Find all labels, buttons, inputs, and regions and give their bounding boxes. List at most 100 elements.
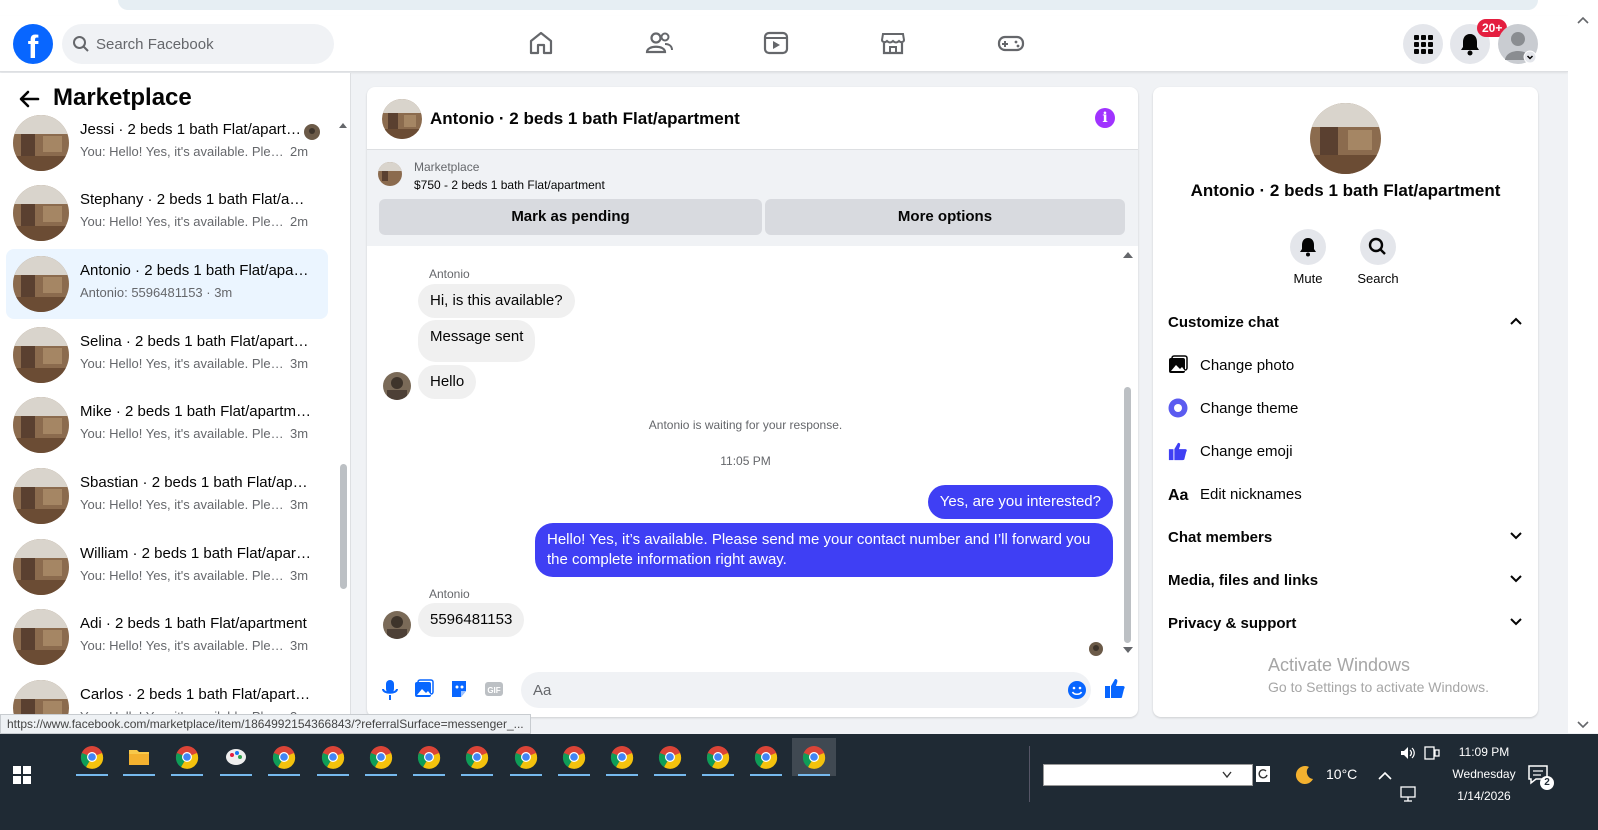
chat-scrollbar[interactable] [1124, 387, 1131, 643]
chevron-up-icon[interactable] [1378, 770, 1392, 780]
conversation-preview: You: Hello! Yes, it's available. Please … [80, 144, 284, 159]
running-indicator [365, 774, 397, 776]
taskbar-app[interactable] [359, 738, 403, 776]
sticker-icon[interactable] [449, 679, 469, 699]
conversation-item[interactable]: Mike · 2 beds 1 bath Flat/apartment You: … [6, 390, 328, 460]
taskbar-app[interactable] [311, 738, 355, 776]
clock-date[interactable]: 1/14/2026 [1444, 789, 1524, 803]
home-icon[interactable] [526, 28, 556, 58]
edit-nicknames-item[interactable]: Aa Edit nicknames [1168, 477, 1524, 513]
info-icon[interactable]: i [1095, 108, 1115, 128]
volume-icon[interactable] [1400, 746, 1416, 760]
taskbar-app[interactable] [792, 738, 836, 776]
taskbar-app[interactable] [214, 738, 258, 776]
conversation-preview: You: Hello! Yes, it's available. Please … [80, 568, 284, 583]
conversation-item[interactable]: Selina · 2 beds 1 bath Flat/apartment You… [6, 320, 328, 390]
taskbar-app[interactable] [648, 738, 692, 776]
conversation-name: Jessi · 2 beds 1 bath Flat/apartment [80, 121, 312, 138]
message-input[interactable] [533, 672, 1053, 708]
chat-scroll-up[interactable] [1123, 252, 1133, 258]
refresh-icon[interactable] [1256, 766, 1270, 782]
customize-chat-section[interactable]: Customize chat [1168, 305, 1524, 341]
chat-members-section[interactable]: Chat members [1168, 520, 1524, 556]
search-action[interactable]: Search [1348, 229, 1408, 286]
back-arrow-icon[interactable] [18, 88, 40, 110]
conversation-item[interactable]: William · 2 beds 1 bath Flat/apartment Yo… [6, 532, 328, 602]
media-section[interactable]: Media, files and links [1168, 563, 1524, 599]
outgoing-message[interactable]: Hello! Yes, it’s available. Please send … [535, 523, 1113, 577]
menu-button[interactable] [1403, 24, 1443, 64]
thumbs-up-icon[interactable] [1104, 677, 1126, 699]
incoming-message[interactable]: Message sent [418, 320, 536, 362]
microphone-icon[interactable] [381, 679, 399, 701]
conversation-item[interactable]: Jessi · 2 beds 1 bath Flat/apartment You:… [6, 108, 328, 178]
privacy-section[interactable]: Privacy & support [1168, 606, 1524, 642]
paint-icon [226, 749, 246, 765]
scroll-up-icon[interactable] [1577, 16, 1589, 24]
photo-icon[interactable] [414, 679, 434, 699]
address-bar[interactable] [118, 0, 1538, 10]
search-input[interactable] [96, 24, 326, 64]
taskbar-app[interactable] [117, 738, 161, 776]
conversation-item[interactable]: Sbastian · 2 beds 1 bath Flat/apartment Y… [6, 461, 328, 531]
taskbar-search-box[interactable] [1043, 764, 1253, 786]
sidebar-scrollbar[interactable] [340, 464, 347, 589]
conversation-item[interactable]: Adi · 2 beds 1 bath Flat/apartment You: H… [6, 602, 328, 672]
taskbar-app[interactable] [165, 738, 209, 776]
windows-start-icon[interactable] [13, 766, 31, 784]
listing-price[interactable]: $750 - 2 beds 1 bath Flat/apartment [414, 178, 605, 192]
moon-weather-icon[interactable] [1294, 764, 1316, 786]
taskbar-app[interactable] [552, 738, 596, 776]
marketplace-icon[interactable] [878, 28, 908, 58]
incoming-message[interactable]: Hello [418, 365, 477, 399]
message-input-box[interactable] [521, 672, 1091, 708]
scroll-down-icon[interactable] [1577, 721, 1589, 729]
taskbar-app[interactable] [70, 738, 114, 776]
emoji-icon[interactable] [1067, 680, 1087, 700]
taskbar-app[interactable] [744, 738, 788, 776]
more-options-button[interactable]: More options [765, 199, 1125, 235]
taskbar-app[interactable] [407, 738, 451, 776]
gaming-icon[interactable] [996, 28, 1026, 58]
taskbar-app[interactable] [600, 738, 644, 776]
account-avatar[interactable] [1498, 24, 1538, 64]
taskbar-app[interactable] [262, 738, 306, 776]
change-photo-item[interactable]: Change photo [1168, 348, 1524, 384]
clock-time[interactable]: 11:09 PM [1444, 745, 1524, 759]
conversation-item[interactable]: Stephany · 2 beds 1 bath Flat/apartment Y… [6, 178, 328, 248]
svg-text:GIF: GIF [487, 686, 500, 695]
taskbar-app[interactable] [696, 738, 740, 776]
change-emoji-label: Change emoji [1200, 443, 1293, 460]
chrome-profile-icon [417, 746, 441, 769]
taskbar-app[interactable] [455, 738, 499, 776]
incoming-message[interactable]: Hi, is this available? [418, 284, 575, 318]
display-icon[interactable] [1424, 746, 1440, 760]
search-box[interactable] [62, 24, 334, 64]
listing-thumbnail [13, 468, 69, 524]
gif-icon[interactable]: GIF [484, 679, 504, 699]
mark-as-pending-button[interactable]: Mark as pending [379, 199, 762, 235]
temperature[interactable]: 10°C [1326, 766, 1357, 782]
change-emoji-item[interactable]: Change emoji [1168, 434, 1524, 470]
change-theme-item[interactable]: Change theme [1168, 391, 1524, 427]
friends-icon[interactable] [644, 28, 674, 58]
outgoing-message[interactable]: Yes, are you interested? [927, 485, 1113, 519]
chat-title[interactable]: Antonio · 2 beds 1 bath Flat/apartment [430, 109, 740, 129]
listing-thumbnail [13, 185, 69, 241]
network-icon[interactable] [1400, 786, 1418, 802]
listing-thumbnail[interactable] [382, 99, 422, 139]
chrome-profile-icon [465, 746, 489, 769]
scroll-up-arrow[interactable] [339, 123, 347, 128]
facebook-logo[interactable]: f [13, 24, 53, 64]
page-scrollbar[interactable] [1568, 16, 1598, 733]
mute-action[interactable]: Mute [1278, 229, 1338, 286]
video-icon[interactable] [761, 28, 791, 58]
chat-scroll-down[interactable] [1123, 647, 1133, 653]
sender-name: Antonio [429, 267, 470, 281]
listing-photo[interactable] [1310, 103, 1381, 174]
conversation-item[interactable]: Antonio · 2 beds 1 bath Flat/apartment An… [6, 249, 328, 319]
taskbar-app[interactable] [504, 738, 548, 776]
incoming-message[interactable]: 5596481153 [418, 603, 525, 637]
conversation-item[interactable]: Carlos · 2 beds 1 bath Flat/apartment You… [6, 673, 328, 717]
clock-day[interactable]: Wednesday [1444, 767, 1524, 781]
